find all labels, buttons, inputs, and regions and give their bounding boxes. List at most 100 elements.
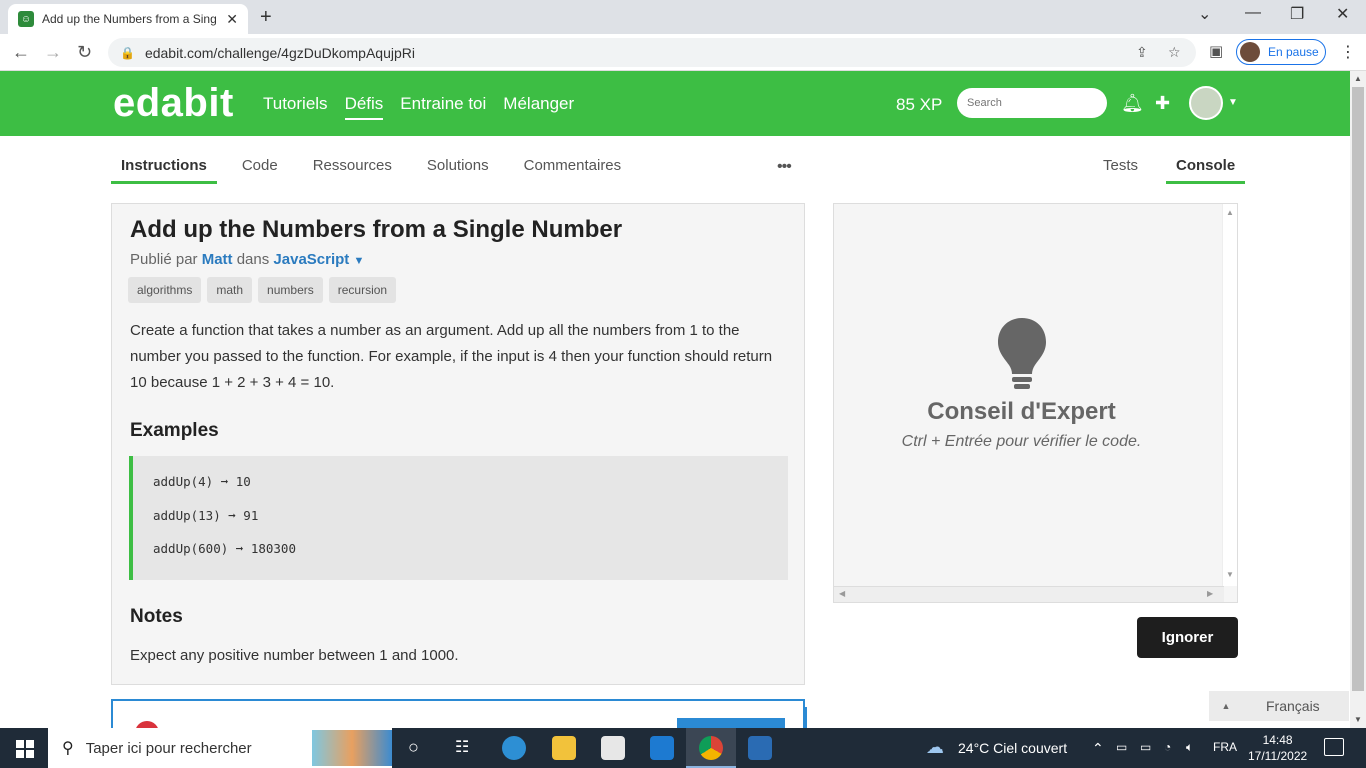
close-window-icon[interactable]: ✕ [1336,4,1349,24]
xp-counter[interactable]: 85 XP [896,95,942,115]
cloud-icon: ☁ [926,737,944,757]
bell-icon[interactable]: 🔔︎ [1121,93,1144,114]
reload-icon[interactable]: ↻ [77,42,92,63]
minimize-icon[interactable]: — [1245,4,1261,22]
page-scrollbar[interactable]: ▲ ▼ [1350,71,1366,728]
tab-instructions[interactable]: Instructions [111,148,217,184]
bookmark-star-icon[interactable]: ☆ [1168,44,1181,61]
language-indicator[interactable]: FRA [1213,740,1237,754]
widgets-icon[interactable]: ☷ [455,737,469,757]
plus-icon[interactable]: ✚ [1155,93,1170,114]
tag-math[interactable]: math [207,277,253,303]
tray-chevron-up-icon[interactable]: ⌃ [1092,740,1104,757]
example-line: addUp(4) ➞ 10 [153,474,251,489]
tab-console[interactable]: Console [1166,148,1246,184]
language-label: Français [1266,698,1320,714]
author-link[interactable]: Matt [202,251,233,268]
notes-text: Expect any positive number between 1 and… [130,647,459,664]
tab-comments[interactable]: Commentaires [514,148,632,184]
meet-icon[interactable]: ▭ [1116,740,1127,754]
tag-list: algorithms math numbers recursion [128,277,397,303]
site-search-input[interactable] [957,88,1107,118]
scroll-right-icon[interactable]: ▶ [1207,589,1213,598]
profile-button[interactable]: En pause [1236,39,1326,65]
scroll-up-icon[interactable]: ▲ [1354,74,1362,83]
nav-practice[interactable]: Entraine toi [400,94,486,120]
console-horizontal-scrollbar[interactable]: ◀ ▶ [834,586,1224,602]
partial-card [111,699,807,745]
tab-tests[interactable]: Tests [1093,148,1148,184]
tag-recursion[interactable]: recursion [328,277,397,303]
weather-text[interactable]: 24°C Ciel couvert [958,740,1067,756]
more-options-icon[interactable]: ••• [777,158,792,176]
browser-tab-title: Add up the Numbers from a Sing [42,12,217,26]
store-icon[interactable] [601,736,625,760]
console-tabs: Tests Console [1093,148,1246,184]
nav-shuffle[interactable]: Mélanger [503,94,574,120]
task-view-icon[interactable]: ○ [408,737,419,758]
profile-avatar [1240,42,1260,62]
battery-icon[interactable]: ▭ [1140,740,1151,754]
edge-icon[interactable] [502,736,526,760]
share-icon[interactable]: ⇪ [1136,44,1148,61]
new-tab-icon[interactable]: + [260,6,272,29]
wifi-icon[interactable]: ◔ [1164,740,1171,754]
chrome-icon [699,736,723,760]
tab-search-icon[interactable]: ⌄ [1198,4,1211,24]
scroll-left-icon[interactable]: ◀ [839,589,845,598]
search-highlight-image [312,730,392,766]
back-icon[interactable]: ← [12,42,30,63]
volume-icon[interactable]: 🔈︎ [1186,740,1193,755]
published-prefix: Publié par [130,251,198,268]
partial-card-edge [803,707,807,730]
windows-start-icon[interactable] [16,740,34,758]
language-link[interactable]: JavaScript [273,251,349,268]
search-icon: ⚲ [62,740,74,757]
site-header: edabit Tutoriels Défis Entraine toi Méla… [0,71,1350,136]
side-panel-icon[interactable]: ▣ [1209,42,1223,60]
console-panel: ▲ ▼ ◀ ▶ Conseil d'Expert Ctrl + Entrée p… [833,203,1238,603]
tab-code[interactable]: Code [232,148,288,184]
chevron-up-icon[interactable]: ▲ [1209,701,1243,711]
browser-tab[interactable]: ☺ Add up the Numbers from a Sing ✕ [8,4,248,34]
notes-heading: Notes [130,606,183,627]
ignore-button[interactable]: Ignorer [1137,617,1238,658]
notification-icon[interactable] [1324,738,1344,756]
restore-icon[interactable]: ❐ [1290,4,1304,24]
edabit-logo[interactable]: edabit [113,81,234,126]
chevron-down-icon[interactable]: ▼ [1228,97,1238,108]
browser-menu-icon[interactable]: ⋮ [1340,42,1356,62]
taskbar-search[interactable]: ⚲ Taper ici pour rechercher [48,728,392,768]
taskbar-search-placeholder: Taper ici pour rechercher [85,739,252,757]
nav-challenges[interactable]: Défis [344,94,384,120]
tag-numbers[interactable]: numbers [258,277,323,303]
scroll-down-icon[interactable]: ▼ [1354,715,1362,724]
scrollbar-thumb[interactable] [1352,87,1364,691]
language-selector[interactable]: ▲ Français [1209,691,1349,721]
forward-icon[interactable]: → [44,42,62,63]
mail-icon[interactable] [650,736,674,760]
examples-code-block: addUp(4) ➞ 10 addUp(13) ➞ 91 addUp(600) … [129,456,788,580]
scroll-up-icon[interactable]: ▲ [1226,208,1234,217]
console-vertical-scrollbar[interactable]: ▲ ▼ [1222,204,1237,586]
language-dropdown-icon[interactable]: ▼ [353,255,364,267]
nav-tutorials[interactable]: Tutoriels [263,94,328,120]
challenge-tabs: Instructions Code Ressources Solutions C… [111,148,646,184]
close-tab-icon[interactable]: ✕ [226,11,238,28]
lock-icon: 🔒 [120,45,135,60]
tip-title: Conseil d'Expert [927,398,1116,425]
chrome-taskbar-button[interactable] [686,728,736,768]
profile-label: En pause [1268,45,1319,59]
video-app-icon[interactable] [748,736,772,760]
date-text: 17/11/2022 [1248,749,1308,763]
tab-resources[interactable]: Ressources [303,148,402,184]
address-bar[interactable]: 🔒 edabit.com/challenge/4gzDuDkompAqujpRi… [108,38,1196,67]
tag-algorithms[interactable]: algorithms [128,277,202,303]
clock[interactable]: 14:48 17/11/2022 [1248,732,1307,764]
edabit-favicon-icon: ☺ [18,11,34,27]
scroll-down-icon[interactable]: ▼ [1226,570,1234,579]
file-explorer-icon[interactable] [552,736,576,760]
user-avatar[interactable] [1189,86,1223,120]
challenge-title: Add up the Numbers from a Single Number [130,216,623,243]
tab-solutions[interactable]: Solutions [417,148,499,184]
